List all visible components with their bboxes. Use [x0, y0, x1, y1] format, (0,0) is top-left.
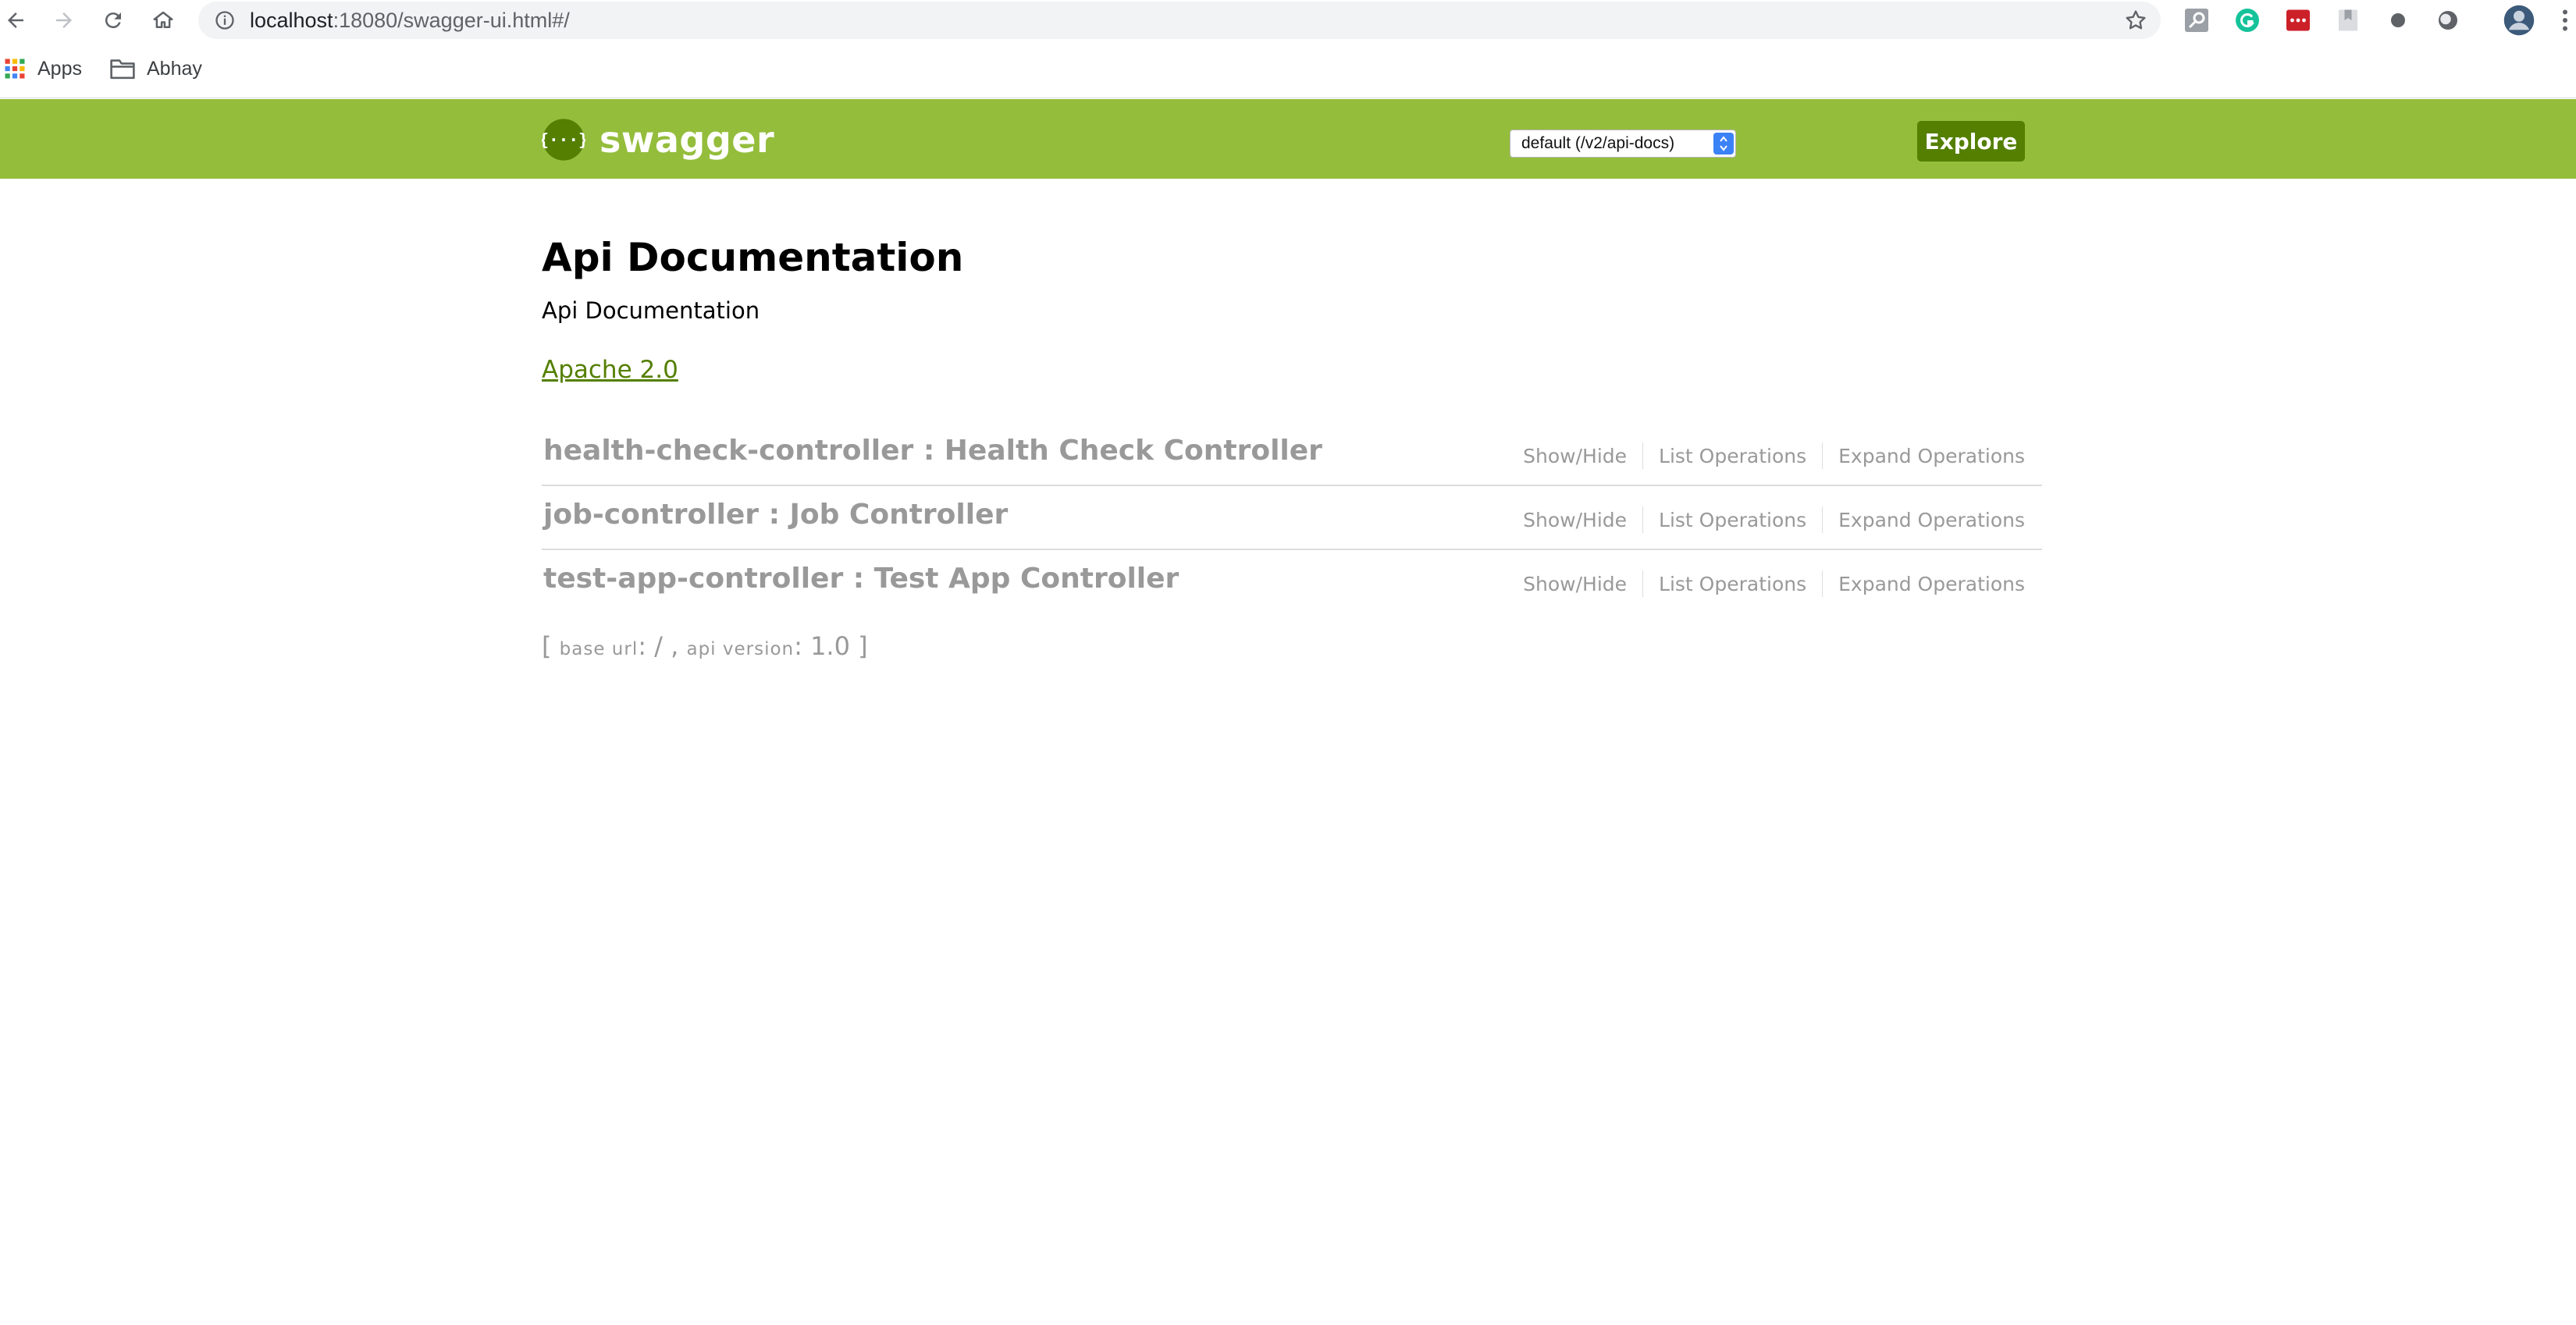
explore-button[interactable]: Explore — [1917, 121, 2025, 162]
select-arrows-icon — [1713, 133, 1734, 155]
expand-operations-link[interactable]: Expand Operations — [1823, 573, 2025, 595]
resource-health-check-controller: health-check-controller : Health Check C… — [542, 422, 2042, 486]
bracket-close: ] — [858, 631, 868, 661]
swagger-logo-icon: {···} — [542, 119, 585, 161]
bookmark-star-icon[interactable] — [2123, 8, 2148, 33]
resource-heading[interactable]: test-app-controller : Test App Controlle… — [543, 563, 1179, 595]
arrow-right-icon — [56, 12, 72, 28]
bracket-open: [ — [542, 631, 552, 661]
base-url-label: base url — [559, 639, 639, 659]
license-link[interactable]: Apache 2.0 — [542, 356, 678, 384]
expand-operations-link[interactable]: Expand Operations — [1823, 509, 2025, 531]
resource-heading[interactable]: health-check-controller : Health Check C… — [543, 435, 1322, 467]
resource-operations: Show/Hide List Operations Expand Operati… — [1507, 442, 2025, 469]
api-version-label: api version — [686, 639, 795, 659]
back-button[interactable] — [0, 5, 31, 36]
circle-extension-icon[interactable] — [2434, 6, 2462, 34]
address-bar[interactable]: localhost:18080/swagger-ui.html#/ — [198, 2, 2161, 39]
browser-toolbar: localhost:18080/swagger-ui.html#/ — [0, 0, 2576, 41]
resource-operations: Show/Hide List Operations Expand Operati… — [1507, 570, 2025, 597]
resource-test-app-controller: test-app-controller : Test App Controlle… — [542, 550, 2042, 614]
arrow-left-icon — [8, 12, 23, 28]
list-operations-link[interactable]: List Operations — [1643, 573, 1822, 595]
bookmark-label: Apps — [37, 57, 82, 80]
reload-icon — [105, 12, 121, 29]
bookmarks-bar: Apps Abhay — [0, 41, 2576, 98]
expand-operations-link[interactable]: Expand Operations — [1823, 445, 2025, 467]
dot-extension-icon[interactable] — [2384, 6, 2412, 34]
home-button[interactable] — [148, 5, 179, 36]
bookmark-label: Abhay — [147, 57, 202, 80]
list-operations-link[interactable]: List Operations — [1643, 509, 1822, 531]
profile-avatar-icon[interactable] — [2503, 4, 2535, 37]
resource-heading[interactable]: job-controller : Job Controller — [543, 499, 1008, 531]
show-hide-link[interactable]: Show/Hide — [1507, 573, 1642, 595]
grammarly-icon[interactable] — [2233, 6, 2261, 34]
info-icon[interactable] — [214, 9, 236, 31]
svg-text:{···}: {···} — [542, 131, 585, 150]
forward-button[interactable] — [48, 5, 80, 36]
url-host: localhost — [250, 9, 333, 32]
bookmark-folder-abhay[interactable]: Abhay — [109, 55, 202, 83]
resource-job-controller: job-controller : Job Controller Show/Hid… — [542, 486, 2042, 550]
list-operations-link[interactable]: List Operations — [1643, 445, 1822, 467]
api-spec-select[interactable]: default (/v2/api-docs) — [1510, 130, 1736, 158]
apps-grid-icon — [5, 59, 25, 79]
url-text: localhost:18080/swagger-ui.html#/ — [250, 9, 570, 33]
api-spec-select-value: default (/v2/api-docs) — [1521, 134, 1675, 152]
base-url-value: : / , — [638, 631, 679, 661]
menu-kebab-icon[interactable] — [2559, 6, 2571, 34]
api-version-value: : 1.0 — [794, 631, 850, 661]
search-extension-icon[interactable] — [2183, 6, 2211, 34]
url-path: :18080/swagger-ui.html#/ — [333, 9, 570, 32]
resource-operations: Show/Hide List Operations Expand Operati… — [1507, 506, 2025, 533]
base-url-info: [ base url: / , api version: 1.0 ] — [542, 631, 868, 661]
show-hide-link[interactable]: Show/Hide — [1507, 509, 1642, 531]
folder-icon — [110, 59, 135, 80]
swagger-header: {···} swagger default (/v2/api-docs) Exp… — [0, 99, 2576, 179]
show-hide-link[interactable]: Show/Hide — [1507, 445, 1642, 467]
home-icon — [153, 11, 173, 28]
lastpass-icon[interactable] — [2284, 6, 2312, 34]
page-title: Api Documentation — [542, 235, 964, 280]
swagger-logo[interactable]: {···} swagger — [542, 116, 774, 163]
bookmark-extension-icon[interactable] — [2334, 6, 2362, 34]
swagger-logo-text: swagger — [600, 119, 775, 161]
bookmark-apps[interactable]: Apps — [3, 55, 82, 83]
page-description: Api Documentation — [542, 297, 760, 324]
reload-button[interactable] — [98, 5, 129, 36]
